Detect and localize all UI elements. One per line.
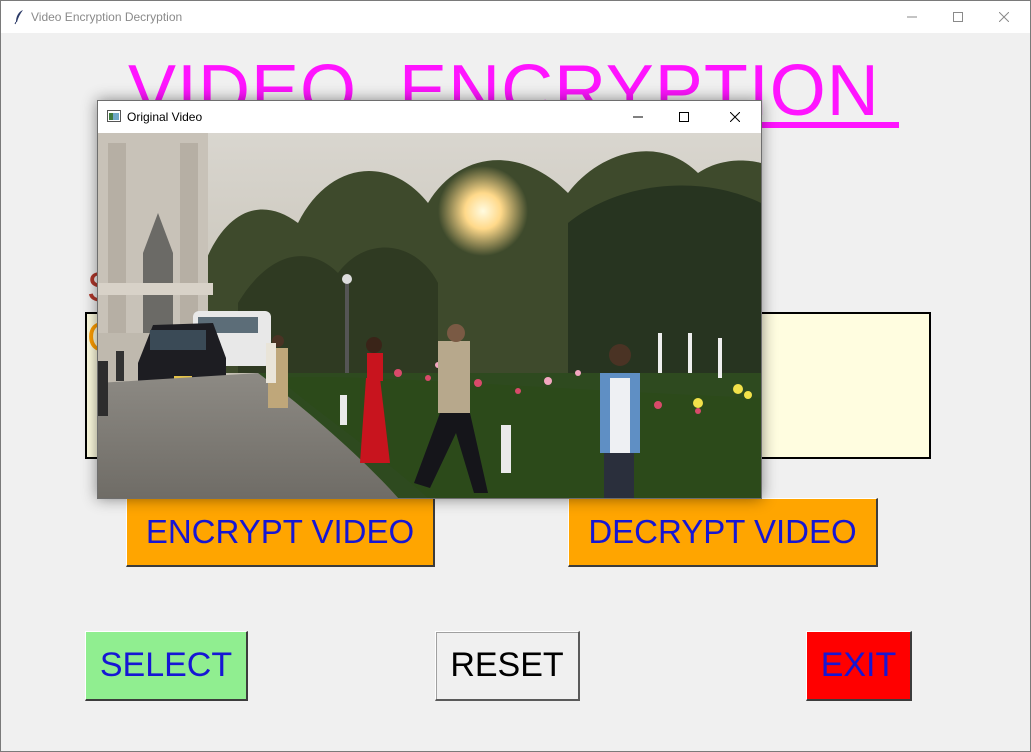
original-video-window: Original Video — [97, 100, 762, 499]
video-frame-image — [98, 133, 761, 498]
video-window-titlebar[interactable]: Original Video — [98, 101, 761, 133]
main-titlebar: Video Encryption Decryption — [1, 1, 1030, 33]
maximize-button[interactable] — [935, 1, 981, 33]
main-window-title: Video Encryption Decryption — [31, 10, 183, 24]
close-icon — [730, 112, 740, 122]
close-icon — [999, 12, 1009, 22]
video-close-button[interactable] — [712, 101, 758, 133]
reset-button[interactable]: RESET — [435, 631, 580, 701]
video-frame — [98, 133, 761, 498]
minimize-icon — [633, 116, 643, 118]
exit-button[interactable]: EXIT — [806, 631, 912, 701]
decrypt-video-button[interactable]: DECRYPT VIDEO — [568, 498, 878, 567]
maximize-icon — [679, 112, 689, 122]
video-window-title: Original Video — [127, 110, 203, 124]
feather-icon — [14, 10, 23, 25]
close-button[interactable] — [981, 1, 1027, 33]
minimize-button[interactable] — [889, 1, 935, 33]
video-minimize-button[interactable] — [615, 101, 661, 133]
maximize-icon — [953, 12, 963, 22]
select-button[interactable]: SELECT — [85, 631, 248, 701]
window-icon — [107, 110, 121, 122]
minimize-icon — [907, 16, 917, 18]
video-maximize-button[interactable] — [661, 101, 707, 133]
encrypt-video-button[interactable]: ENCRYPT VIDEO — [126, 498, 435, 567]
